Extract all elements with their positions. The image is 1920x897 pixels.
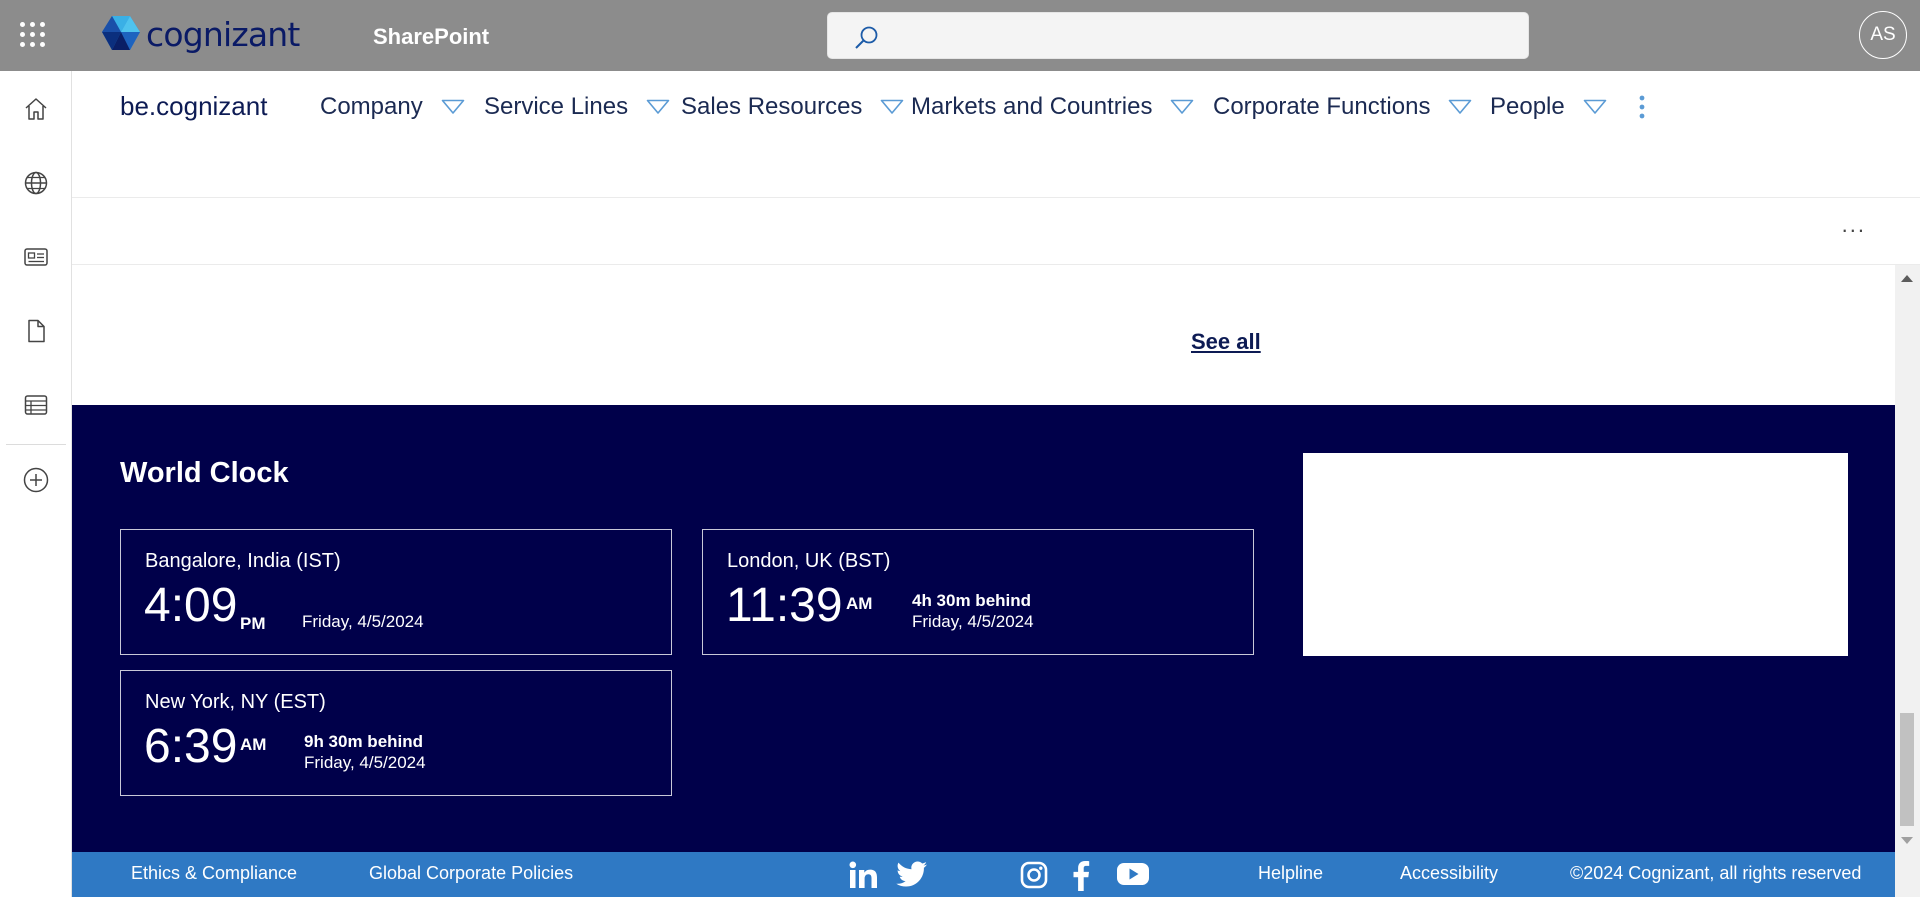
nav-item-people[interactable]: People (1490, 93, 1607, 121)
nav-item-sales-resources[interactable]: Sales Resources (681, 93, 904, 121)
clock-time: 6:39 (144, 720, 238, 773)
nav-item-label: Service Lines (484, 93, 629, 120)
app-name[interactable]: SharePoint (373, 24, 489, 50)
scroll-down-arrow-icon[interactable] (1901, 837, 1913, 844)
waffle-icon[interactable] (18, 20, 52, 52)
world-clock-section: World Clock Bangalore, India (IST) 4:09 … (72, 405, 1895, 852)
news-icon[interactable] (21, 242, 51, 272)
clock-time: 11:39 (726, 579, 843, 632)
clock-ampm: PM (240, 614, 266, 633)
nav-item-service-lines[interactable]: Service Lines (484, 93, 670, 121)
site-footer: Ethics & Compliance Global Corporate Pol… (72, 852, 1895, 897)
clock-card-new-york: New York, NY (EST) 6:39 AM 9h 30m behind… (120, 670, 672, 796)
clock-time-difference: 9h 30m behind (304, 732, 424, 751)
linkedin-icon[interactable] (849, 861, 879, 894)
chevron-down-icon (881, 99, 904, 114)
logo-text: cognizant (146, 14, 300, 54)
suite-bar: cognizant SharePoint AS (0, 0, 1920, 71)
youtube-icon[interactable] (1116, 861, 1150, 892)
rail-divider (6, 444, 66, 445)
page-content: See all World Clock Bangalore, India (IS… (72, 265, 1895, 897)
footer-copyright: ©2024 Cognizant, all rights reserved (1570, 863, 1862, 883)
chevron-down-icon (646, 99, 670, 114)
nav-item-label: Markets and Countries (911, 93, 1153, 120)
instagram-icon[interactable] (1020, 861, 1048, 894)
clock-date: Friday, 4/5/2024 (302, 612, 424, 631)
clock-city: New York, NY (EST) (145, 691, 326, 713)
cognizant-logo[interactable]: cognizant (100, 14, 300, 54)
user-avatar[interactable]: AS (1859, 11, 1907, 59)
chevron-down-icon (1171, 99, 1194, 114)
facebook-icon[interactable] (1072, 861, 1090, 896)
scroll-up-arrow-icon[interactable] (1901, 275, 1913, 282)
more-vertical-icon[interactable] (1638, 93, 1646, 126)
footer-link-accessibility[interactable]: Accessibility (1400, 863, 1498, 884)
clock-date: Friday, 4/5/2024 (912, 612, 1034, 631)
clock-ampm: AM (240, 735, 267, 754)
list-icon[interactable] (21, 390, 51, 420)
search-box[interactable] (827, 12, 1529, 59)
clock-city: London, UK (BST) (727, 550, 891, 572)
nav-item-corporate-functions[interactable]: Corporate Functions (1213, 93, 1472, 121)
clock-card-bangalore: Bangalore, India (IST) 4:09 PM Friday, 4… (120, 529, 672, 655)
nav-item-company[interactable]: Company (320, 93, 465, 121)
clock-city: Bangalore, India (IST) (145, 550, 341, 572)
nav-item-label: People (1490, 93, 1565, 120)
command-bar: ... (72, 198, 1920, 265)
footer-link-policies[interactable]: Global Corporate Policies (369, 863, 573, 884)
cognizant-logo-mark-icon (102, 16, 140, 50)
vertical-scrollbar[interactable] (1895, 265, 1920, 897)
footer-link-helpline[interactable]: Helpline (1258, 863, 1323, 884)
document-icon[interactable] (21, 316, 51, 346)
clock-ampm: AM (846, 594, 873, 613)
search-icon (855, 26, 878, 49)
world-clock-title: World Clock (120, 457, 289, 489)
site-title[interactable]: be.cognizant (120, 91, 267, 122)
home-icon[interactable] (21, 94, 51, 124)
chevron-down-icon (1583, 99, 1607, 114)
more-options-button[interactable]: ... (1842, 212, 1866, 238)
nav-item-markets-and-countries[interactable]: Markets and Countries (911, 93, 1194, 121)
globe-icon[interactable] (21, 168, 51, 198)
embedded-content-placeholder (1303, 453, 1848, 656)
nav-item-label: Sales Resources (681, 93, 863, 120)
hub-navigation: be.cognizant Company Service Lines Sales… (72, 71, 1920, 198)
clock-date: Friday, 4/5/2024 (304, 753, 426, 772)
nav-item-label: Corporate Functions (1213, 93, 1431, 120)
footer-link-ethics[interactable]: Ethics & Compliance (131, 863, 297, 884)
chevron-down-icon (441, 99, 465, 114)
left-app-bar (0, 71, 72, 897)
nav-item-label: Company (320, 93, 423, 120)
chevron-down-icon (1449, 99, 1472, 114)
see-all-link[interactable]: See all (1191, 329, 1261, 355)
clock-card-london: London, UK (BST) 11:39 AM 4h 30m behind … (702, 529, 1254, 655)
twitter-icon[interactable] (896, 861, 928, 894)
scrollbar-thumb[interactable] (1900, 713, 1914, 826)
clock-time: 4:09 (144, 579, 238, 632)
clock-time-difference: 4h 30m behind (912, 591, 1032, 610)
add-circle-icon[interactable] (21, 465, 51, 495)
